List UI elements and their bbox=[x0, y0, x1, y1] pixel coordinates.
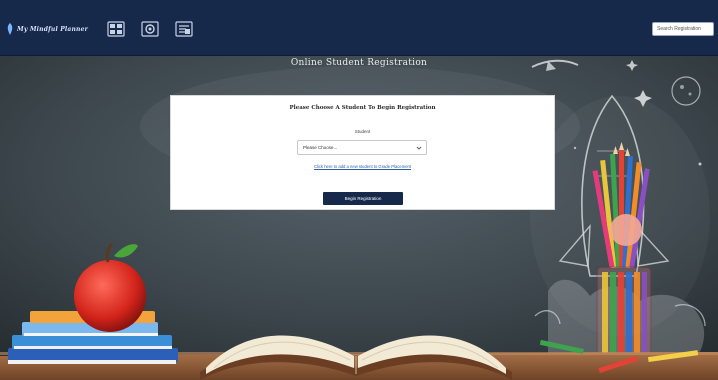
brand-mark-icon bbox=[7, 23, 13, 35]
chevron-down-icon bbox=[416, 146, 422, 150]
page-title: Online Student Registration bbox=[290, 58, 428, 68]
begin-registration-button[interactable]: Begin Registration bbox=[323, 192, 403, 205]
settings-icon[interactable] bbox=[140, 20, 160, 38]
student-label: Student bbox=[354, 129, 371, 134]
student-select-value: Please Choose... bbox=[303, 145, 338, 150]
document-icon-graphic bbox=[175, 21, 193, 37]
panel-title: Please Choose A Student To Begin Registr… bbox=[289, 105, 436, 111]
add-student-link[interactable]: Click here to add a new student to Grade… bbox=[171, 164, 554, 169]
brand-logo[interactable]: My Mindful Planner bbox=[6, 20, 88, 38]
page: My Mindful Planner Search Registration O… bbox=[0, 0, 718, 380]
grid-icon[interactable] bbox=[106, 20, 126, 38]
top-navbar: My Mindful Planner bbox=[0, 0, 718, 56]
nav-icons bbox=[106, 20, 194, 38]
grid-icon-graphic bbox=[107, 21, 125, 37]
settings-icon-graphic bbox=[141, 21, 159, 37]
document-icon[interactable] bbox=[174, 20, 194, 38]
search-input[interactable] bbox=[652, 22, 714, 36]
brand-name: My Mindful Planner bbox=[17, 25, 88, 33]
registration-panel: Please Choose A Student To Begin Registr… bbox=[170, 95, 555, 210]
student-select[interactable]: Please Choose... bbox=[297, 140, 427, 155]
